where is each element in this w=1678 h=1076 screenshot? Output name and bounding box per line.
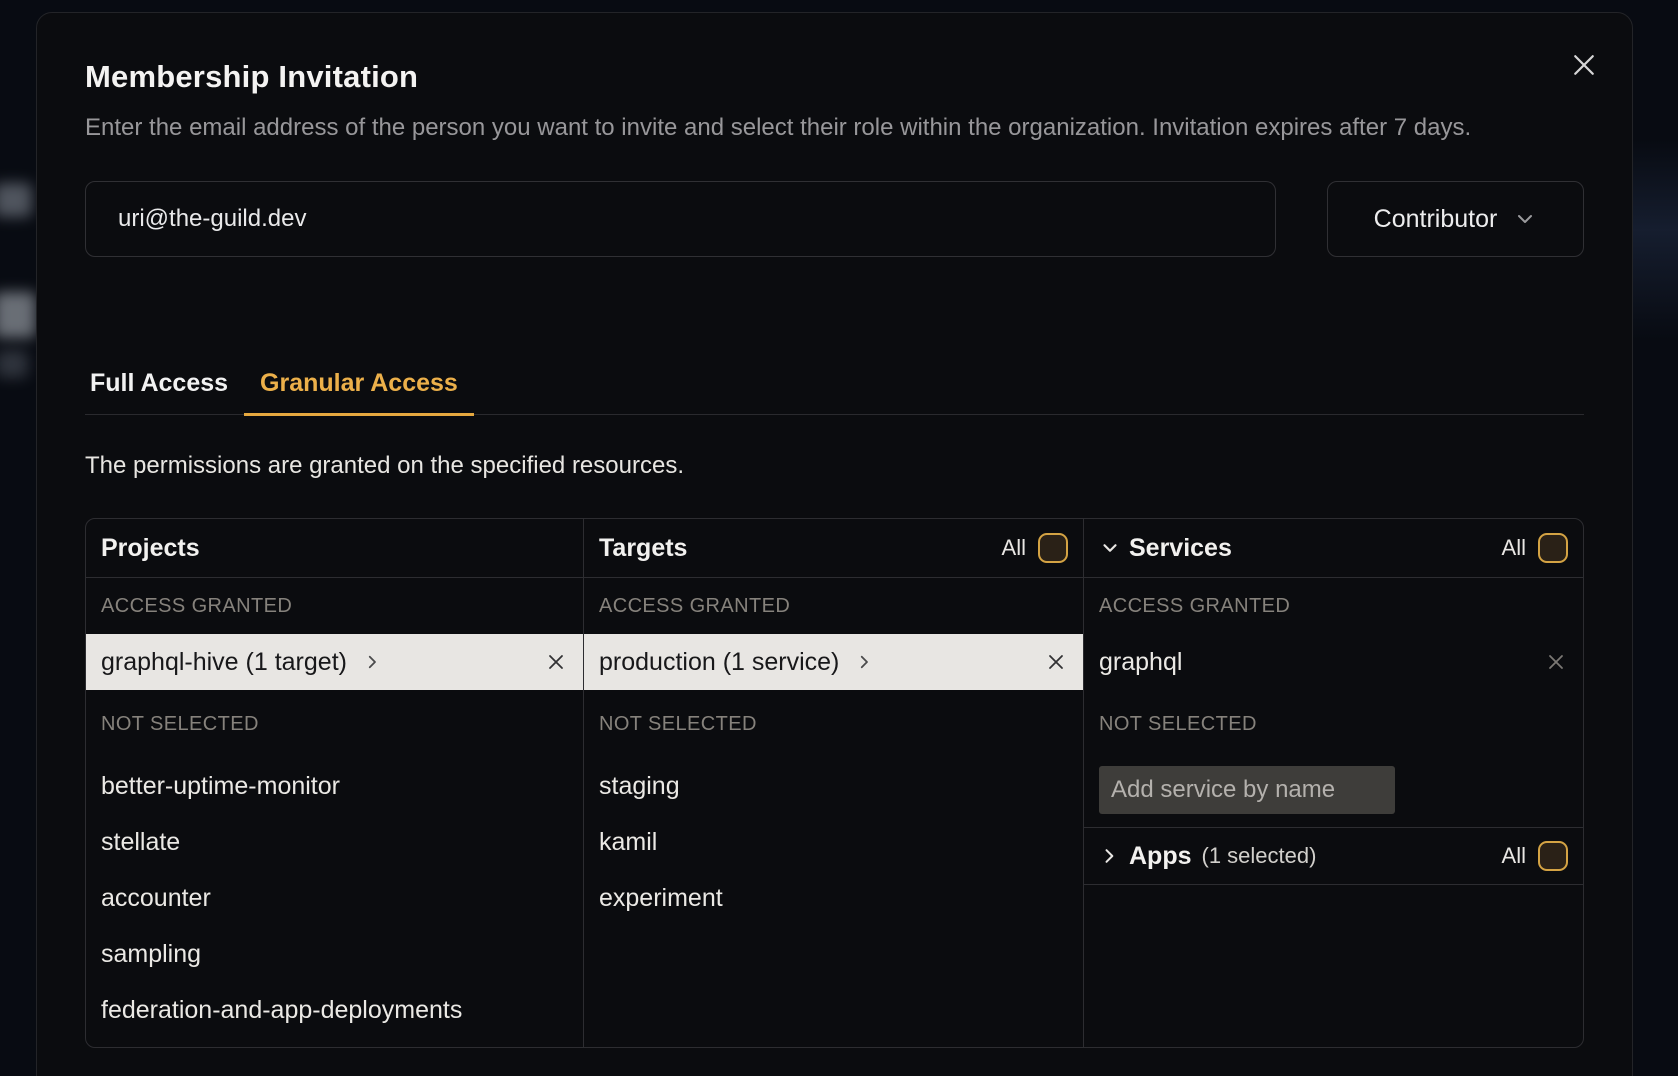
chevron-right-icon — [363, 653, 381, 671]
not-selected-label: NOT SELECTED — [584, 690, 1083, 758]
apps-label: Apps — [1129, 842, 1192, 871]
apps-row[interactable]: Apps (1 selected) All — [1084, 827, 1583, 885]
projects-column: Projects ACCESS GRANTED graphql-hive (1 … — [86, 519, 583, 1047]
project-option[interactable]: sampling — [86, 926, 583, 982]
target-option[interactable]: kamil — [584, 814, 1083, 870]
access-granted-label: ACCESS GRANTED — [584, 578, 1083, 634]
projects-header: Projects — [86, 519, 583, 578]
not-selected-label: NOT SELECTED — [1084, 690, 1583, 758]
project-option[interactable]: stellate — [86, 814, 583, 870]
background-artifact — [1632, 140, 1678, 340]
projects-header-label: Projects — [101, 534, 200, 563]
chevron-right-icon — [855, 653, 873, 671]
targets-column: Targets All ACCESS GRANTED production (1… — [583, 519, 1083, 1047]
apps-all-checkbox[interactable] — [1538, 841, 1568, 871]
background-artifact — [0, 292, 36, 338]
background-artifact — [0, 183, 32, 217]
services-header[interactable]: Services All — [1084, 519, 1583, 578]
granted-service-row[interactable]: graphql — [1084, 634, 1583, 690]
close-icon[interactable] — [1564, 45, 1604, 85]
remove-target-icon[interactable] — [1044, 650, 1068, 674]
tab-full-access[interactable]: Full Access — [85, 369, 244, 414]
tab-granular-access[interactable]: Granular Access — [244, 369, 474, 416]
granted-target-row[interactable]: production (1 service) — [584, 634, 1083, 690]
chevron-down-icon — [1099, 537, 1121, 559]
project-option[interactable]: accounter — [86, 870, 583, 926]
role-select[interactable]: Contributor — [1327, 181, 1584, 257]
dialog-title: Membership Invitation — [85, 59, 1584, 95]
permissions-note: The permissions are granted on the speci… — [85, 451, 1584, 481]
chevron-down-icon — [1513, 207, 1537, 231]
apps-all-label: All — [1502, 843, 1526, 869]
add-service-input[interactable] — [1099, 766, 1395, 814]
not-selected-label: NOT SELECTED — [86, 690, 583, 758]
targets-all-checkbox[interactable] — [1038, 533, 1068, 563]
access-tabs: Full Access Granular Access — [85, 369, 1584, 415]
access-granted-label: ACCESS GRANTED — [1084, 578, 1583, 634]
resource-selector: Projects ACCESS GRANTED graphql-hive (1 … — [85, 518, 1584, 1048]
target-option[interactable]: experiment — [584, 870, 1083, 926]
target-option[interactable]: staging — [584, 758, 1083, 814]
background-artifact — [0, 350, 28, 378]
project-option[interactable]: federation-and-app-deployments — [86, 982, 583, 1038]
services-all-checkbox[interactable] — [1538, 533, 1568, 563]
remove-service-icon[interactable] — [1544, 650, 1568, 674]
services-column: Services All ACCESS GRANTED graphql NOT … — [1083, 519, 1583, 1047]
granted-target-label: production (1 service) — [599, 648, 839, 677]
email-input[interactable] — [85, 181, 1276, 257]
targets-header-label: Targets — [599, 534, 687, 563]
targets-all-label: All — [1002, 535, 1026, 561]
chevron-right-icon — [1099, 846, 1119, 866]
granted-project-label: graphql-hive (1 target) — [101, 648, 347, 677]
membership-invitation-dialog: Membership Invitation Enter the email ad… — [36, 12, 1633, 1076]
granted-service-label: graphql — [1099, 648, 1182, 677]
project-option[interactable]: better-uptime-monitor — [86, 758, 583, 814]
targets-header: Targets All — [584, 519, 1083, 578]
granted-project-row[interactable]: graphql-hive (1 target) — [86, 634, 583, 690]
role-select-value: Contributor — [1374, 205, 1498, 234]
dialog-description: Enter the email address of the person yo… — [85, 109, 1584, 147]
services-all-label: All — [1502, 535, 1526, 561]
apps-selected-count: (1 selected) — [1202, 843, 1317, 869]
invite-form-row: Contributor — [85, 181, 1584, 257]
remove-project-icon[interactable] — [544, 650, 568, 674]
access-granted-label: ACCESS GRANTED — [86, 578, 583, 634]
services-header-label: Services — [1129, 534, 1232, 563]
